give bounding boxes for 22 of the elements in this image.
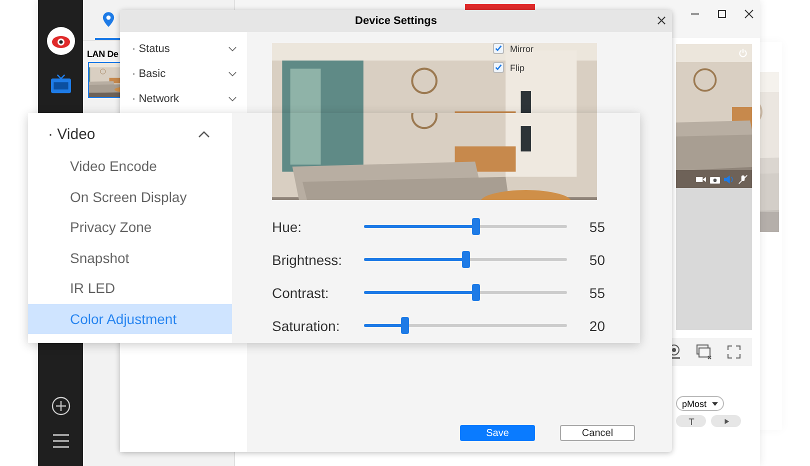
section-title: LAN De <box>87 49 118 59</box>
slider-label: Brightness: <box>272 252 344 268</box>
cancel-button[interactable]: Cancel <box>560 425 635 441</box>
slider-value: 55 <box>588 218 605 234</box>
slider-value: 50 <box>588 252 605 268</box>
menu-group[interactable]: · Video <box>28 113 232 151</box>
menu-item[interactable]: · Status <box>120 36 247 61</box>
save-button[interactable]: Save <box>460 425 535 441</box>
dialog-title: Device Settings <box>355 15 437 27</box>
menu-item[interactable]: Video Encode <box>28 151 232 182</box>
menu-item[interactable]: On Screen Display <box>28 182 232 212</box>
slider-label: Saturation: <box>272 318 341 334</box>
menu-item[interactable]: Privacy Zone <box>28 212 232 242</box>
menu-item[interactable]: IR LED <box>28 273 232 304</box>
slider-label: Contrast: <box>272 284 330 300</box>
slider-value: 20 <box>588 318 605 334</box>
view-dropdown[interactable]: pMost <box>676 396 724 411</box>
slider-label: Hue: <box>272 218 303 234</box>
menu-item[interactable]: Snapshot <box>28 242 232 273</box>
menu-item[interactable]: · Network <box>120 86 247 111</box>
slider-value: 55 <box>588 284 605 300</box>
menu-item[interactable]: · Basic <box>120 61 247 86</box>
